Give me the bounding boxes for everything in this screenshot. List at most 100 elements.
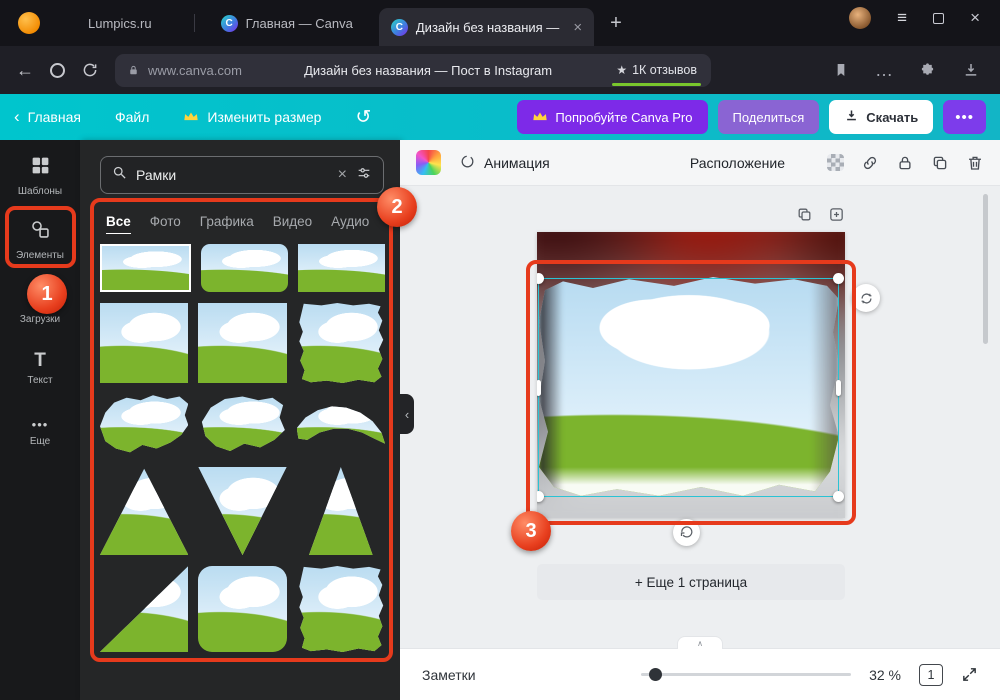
duplicate-page-icon[interactable] <box>796 206 813 223</box>
annotation-step-2: 2 <box>377 187 417 227</box>
position-button[interactable]: Расположение <box>690 155 785 171</box>
link-icon[interactable] <box>861 154 879 172</box>
tab-video[interactable]: Видео <box>273 214 312 229</box>
tab-graphics[interactable]: Графика <box>200 214 254 229</box>
back-icon[interactable]: ← <box>16 61 34 79</box>
collapse-bottombar-button[interactable]: ∧ <box>677 636 723 649</box>
tab-audio[interactable]: Аудио <box>331 214 369 229</box>
transparency-icon[interactable] <box>827 154 844 171</box>
resize-handle-top-right[interactable] <box>833 273 844 284</box>
sidebar-item-templates[interactable]: Шаблоны <box>5 150 75 202</box>
templates-icon <box>30 155 51 181</box>
reload-icon[interactable] <box>81 61 99 79</box>
address-bar[interactable]: www.canva.com Дизайн без названия — Пост… <box>115 53 711 87</box>
frame-thumbnail[interactable] <box>198 566 287 652</box>
collapse-panel-button[interactable]: ‹ <box>400 394 414 434</box>
sidebar-item-text[interactable]: T Текст <box>5 342 75 394</box>
selection-box[interactable] <box>537 273 844 502</box>
browser-logo[interactable] <box>18 12 40 34</box>
tableau-icon[interactable] <box>50 62 65 78</box>
tab-close-icon[interactable]: × <box>573 19 582 36</box>
zoom-slider[interactable] <box>641 668 852 681</box>
home-button[interactable]: ‹ Главная <box>14 107 81 127</box>
frame-thumbnail[interactable] <box>297 566 385 652</box>
browser-tab-bar: Lumpics.ru C Главная — Canva C Дизайн бе… <box>0 0 1000 46</box>
frame-thumbnail[interactable] <box>198 394 286 456</box>
tab-canva-home[interactable]: C Главная — Canva <box>195 0 379 46</box>
filter-icon[interactable] <box>356 165 372 186</box>
resize-button[interactable]: Изменить размер <box>183 109 321 125</box>
frame-thumbnail[interactable] <box>100 303 189 383</box>
tab-photo[interactable]: Фото <box>150 214 181 229</box>
frame-thumbnail[interactable] <box>100 467 189 555</box>
frame-thumbnail[interactable] <box>198 467 287 555</box>
frame-thumbnail[interactable] <box>297 303 385 383</box>
toolbar-right-icons: … <box>833 61 984 79</box>
tab-canva-design[interactable]: C Дизайн без названия — × <box>378 8 595 46</box>
color-swatch[interactable] <box>416 150 441 175</box>
frame-thumbnail[interactable] <box>198 303 287 383</box>
fullscreen-icon[interactable] <box>961 666 978 683</box>
menu-icon[interactable]: ≡ <box>897 8 907 28</box>
file-menu[interactable]: Файл <box>115 109 149 125</box>
header-more-button[interactable]: ••• <box>943 100 986 134</box>
tab-label: Дизайн без названия — <box>415 19 560 35</box>
lock-icon[interactable] <box>896 154 914 172</box>
download-design-button[interactable]: Скачать <box>829 100 934 134</box>
vertical-scrollbar[interactable] <box>983 194 988 344</box>
frame-scene <box>102 246 189 290</box>
add-page-icon[interactable] <box>828 206 845 223</box>
annotation-step-3: 3 <box>511 511 551 551</box>
canva-pro-button[interactable]: Попробуйте Canva Pro <box>517 100 708 134</box>
frame-scene <box>198 303 287 383</box>
frame-thumbnail[interactable] <box>298 244 385 292</box>
canvas-page[interactable] <box>537 232 845 518</box>
animation-button[interactable]: Анимация <box>459 153 550 173</box>
tab-all[interactable]: Все <box>106 214 131 234</box>
tab-lumpics[interactable]: Lumpics.ru <box>80 0 194 46</box>
rotate-handle[interactable] <box>673 519 700 546</box>
search-box[interactable]: × <box>100 156 384 194</box>
reviews-badge[interactable]: ★ 1К отзывов <box>612 63 701 86</box>
more-dots-icon[interactable]: … <box>875 61 893 79</box>
clear-search-icon[interactable]: × <box>338 166 347 184</box>
frame-thumbnail[interactable] <box>297 467 385 555</box>
zoom-value: 32 % <box>869 666 901 683</box>
frame-thumbnail[interactable] <box>100 394 189 456</box>
sidebar-item-elements[interactable]: Элементы <box>5 214 75 266</box>
profile-avatar[interactable] <box>849 7 872 29</box>
tab-label: Аудио <box>331 213 370 229</box>
notes-button[interactable]: Заметки <box>422 667 476 683</box>
crown-icon <box>183 109 199 125</box>
resize-handle-top-left[interactable] <box>537 273 544 284</box>
frame-thumbnail[interactable] <box>201 244 288 292</box>
add-page-button[interactable]: + Еще 1 страница <box>537 564 845 600</box>
page-indicator[interactable]: 1 <box>919 663 943 686</box>
zoom-slider-knob[interactable] <box>649 668 663 681</box>
sidebar-item-more[interactable]: ••• Еще <box>5 406 75 458</box>
duplicate-icon[interactable] <box>931 154 949 172</box>
close-window-icon[interactable]: × <box>970 8 980 28</box>
bookmark-flag-icon[interactable] <box>833 62 849 78</box>
download-icon <box>844 108 859 126</box>
sidebar-item-label: Шаблоны <box>17 186 63 197</box>
restore-window-icon[interactable] <box>933 12 945 24</box>
sidebar-item-label: Текст <box>27 374 53 386</box>
swap-media-button[interactable] <box>852 284 880 312</box>
resize-handle-bottom-right[interactable] <box>833 491 844 502</box>
resize-handle-left[interactable] <box>537 379 541 396</box>
annotation-step-1: 1 <box>27 274 67 314</box>
frame-thumbnail[interactable] <box>296 394 385 456</box>
frame-thumbnail-selected[interactable] <box>100 244 191 292</box>
frame-thumbnail[interactable] <box>100 566 189 652</box>
search-icon <box>112 165 127 185</box>
extension-icon[interactable] <box>919 62 936 79</box>
tabbar-right-controls: ≡ × <box>849 0 1000 46</box>
share-button[interactable]: Поделиться <box>717 100 820 134</box>
search-input[interactable] <box>136 167 329 183</box>
resize-handle-right[interactable] <box>836 379 841 396</box>
new-tab-button[interactable]: + <box>594 0 638 46</box>
delete-icon[interactable] <box>966 154 984 172</box>
undo-button[interactable]: ↺ <box>355 106 371 129</box>
download-icon[interactable] <box>962 61 980 79</box>
